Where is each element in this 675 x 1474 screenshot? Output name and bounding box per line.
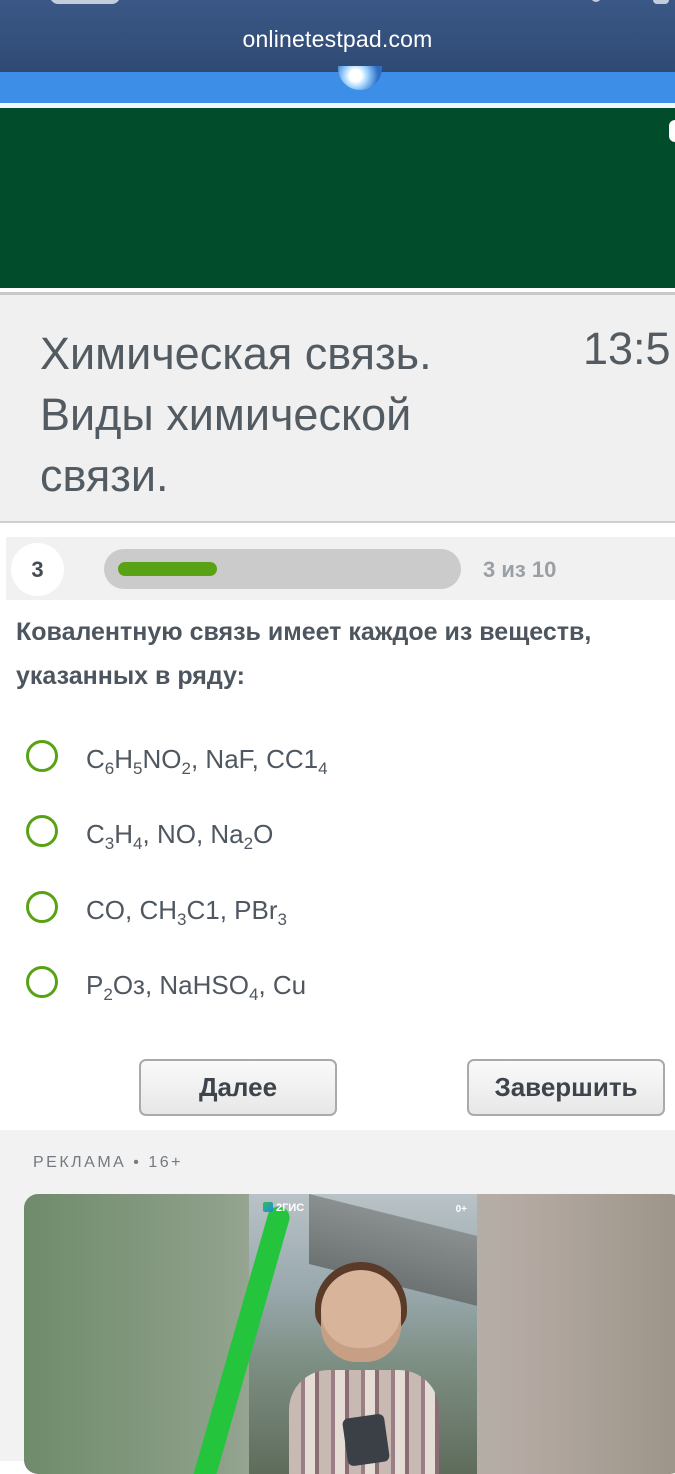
radio-button[interactable] — [26, 966, 58, 998]
answer-option[interactable]: P2Oз, NaHSO4, Cu — [24, 966, 664, 1016]
answer-option-label[interactable]: CO, CH3C1, PBr3 — [86, 895, 287, 928]
ad-age-rating: 0+ — [455, 1204, 467, 1215]
site-logo-icon[interactable] — [338, 66, 382, 90]
site-header-strip — [0, 66, 675, 103]
answer-option-label[interactable]: C6H5NO2, NaF, CC14 — [86, 744, 328, 777]
url-text[interactable]: onlinetestpad.com — [0, 26, 675, 53]
question-counter: 3 из 10 — [483, 557, 557, 582]
battery-icon — [653, 0, 669, 4]
ad-section: РЕКЛАМА • 16+ 2ГИС 0+ — [0, 1130, 675, 1474]
ad-green-stripe — [188, 1204, 293, 1474]
finish-button[interactable]: Завершить — [467, 1059, 665, 1116]
status-bar-indicator — [591, 0, 601, 2]
ad-brand-logo: 2ГИС — [263, 1202, 304, 1214]
progress-row: 3 3 из 10 — [6, 537, 675, 600]
question-text: Ковалентную связь имеет каждое из вещест… — [16, 618, 592, 690]
browser-url-bar[interactable]: onlinetestpad.com — [0, 0, 675, 72]
progress-bar — [104, 549, 461, 589]
answer-option[interactable]: CO, CH3C1, PBr3 — [24, 891, 664, 941]
ad-image[interactable]: 2ГИС 0+ — [188, 1194, 477, 1474]
page-title: Химическая связь. Виды химической связи. — [40, 328, 432, 501]
next-button[interactable]: Далее — [139, 1059, 337, 1116]
test-timer: 13:5 — [583, 323, 671, 374]
ad-label: РЕКЛАМА • 16+ — [33, 1154, 183, 1171]
ad-person-face — [321, 1270, 401, 1362]
ad-banner[interactable]: 2ГИС 0+ — [24, 1194, 675, 1474]
answer-option[interactable]: C6H5NO2, NaF, CC14 — [24, 740, 664, 790]
banner-scroll-indicator — [669, 120, 675, 142]
top-banner — [0, 108, 675, 288]
answer-option-label[interactable]: C3H4, NO, Na2O — [86, 819, 273, 852]
answer-option-label[interactable]: P2Oз, NaHSO4, Cu — [86, 970, 306, 1003]
question-number-badge: 3 — [11, 543, 64, 596]
radio-button[interactable] — [26, 740, 58, 772]
radio-button[interactable] — [26, 815, 58, 847]
progress-bar-fill — [118, 562, 217, 576]
answer-option[interactable]: C3H4, NO, Na2O — [24, 815, 664, 865]
status-bar-time-remnant — [50, 0, 120, 4]
phone-icon — [341, 1413, 391, 1467]
ad-brand-text: 2ГИС — [276, 1202, 305, 1214]
brand-logo-icon — [263, 1202, 273, 1212]
test-header: Химическая связь. Виды химической связи.… — [0, 292, 675, 523]
radio-button[interactable] — [26, 891, 58, 923]
